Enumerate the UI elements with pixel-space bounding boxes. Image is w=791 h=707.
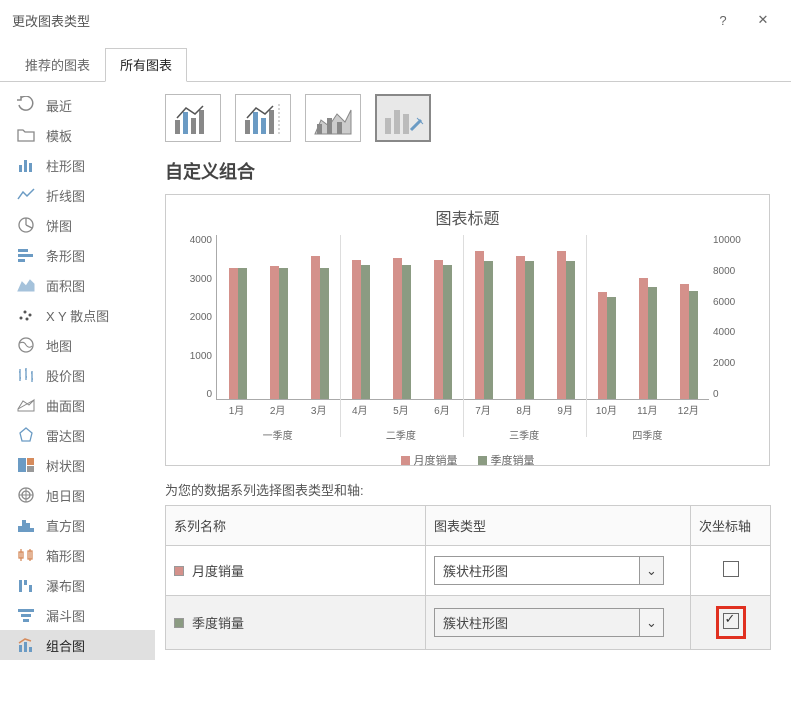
chevron-down-icon: ⌄ (639, 557, 663, 584)
sidebar-item-label: 树状图 (46, 456, 85, 475)
close-button[interactable]: ✕ (747, 8, 779, 32)
combo-subtype-row (165, 94, 771, 142)
sunburst-icon (16, 485, 36, 505)
combo-subtype-2[interactable] (235, 94, 291, 142)
folder-icon (16, 125, 36, 145)
sidebar-item-treemap[interactable]: 树状图 (0, 450, 155, 480)
chart-preview[interactable]: 图表标题 40003000200010000 10000800060004000… (165, 194, 770, 466)
sidebar-item-label: 股价图 (46, 366, 85, 385)
recent-icon (16, 95, 36, 115)
sidebar-item-recent[interactable]: 最近 (0, 90, 155, 120)
sidebar-item-label: 折线图 (46, 186, 85, 205)
sidebar-item-label: 瀑布图 (46, 576, 85, 595)
sidebar-item-label: 最近 (46, 96, 72, 115)
pie-chart-icon (16, 215, 36, 235)
sidebar-item-sunburst[interactable]: 旭日图 (0, 480, 155, 510)
sidebar-item-funnel[interactable]: 漏斗图 (0, 600, 155, 630)
boxplot-icon (16, 545, 36, 565)
sidebar-item-label: 饼图 (46, 216, 72, 235)
series-instruction: 为您的数据系列选择图表类型和轴: (165, 480, 771, 499)
tab-all-charts[interactable]: 所有图表 (105, 48, 187, 82)
sidebar-item-label: 旭日图 (46, 486, 85, 505)
col-chart-type: 图表类型 (426, 506, 691, 546)
legend-quarterly: 季度销量 (491, 452, 535, 468)
sidebar-item-radar[interactable]: 雷达图 (0, 420, 155, 450)
chevron-down-icon: ⌄ (639, 609, 663, 636)
sidebar-item-area[interactable]: 面积图 (0, 270, 155, 300)
bar-chart-icon (16, 245, 36, 265)
histogram-icon (16, 515, 36, 535)
sidebar-item-bar[interactable]: 条形图 (0, 240, 155, 270)
chart-type-select[interactable]: 簇状柱形图 ⌄ (434, 556, 664, 585)
sidebar-item-histogram[interactable]: 直方图 (0, 510, 155, 540)
tab-bar: 推荐的图表 所有图表 (0, 48, 791, 82)
sidebar-item-label: 漏斗图 (46, 606, 85, 625)
secondary-axis-checkbox[interactable] (723, 561, 739, 577)
chart-category-sidebar: 最近 模板 柱形图 折线图 饼图 条形图 面积图 X Y 散点图 (0, 82, 155, 707)
sidebar-item-label: 地图 (46, 336, 72, 355)
series-swatch (174, 618, 184, 628)
scatter-chart-icon (16, 305, 36, 325)
sidebar-item-line[interactable]: 折线图 (0, 180, 155, 210)
combo-subtype-1[interactable] (165, 94, 221, 142)
help-button[interactable]: ? (707, 8, 739, 32)
chart-plot-area (216, 235, 709, 400)
sidebar-item-label: 曲面图 (46, 396, 85, 415)
series-swatch (174, 566, 184, 576)
surface-chart-icon (16, 395, 36, 415)
col-series-name: 系列名称 (166, 506, 426, 546)
area-chart-icon (16, 275, 36, 295)
series-name: 季度销量 (192, 613, 244, 632)
waterfall-icon (16, 575, 36, 595)
window-title: 更改图表类型 (12, 11, 90, 30)
table-row: 季度销量 簇状柱形图 ⌄ (166, 596, 771, 650)
sidebar-item-label: X Y 散点图 (46, 306, 109, 325)
sidebar-item-scatter[interactable]: X Y 散点图 (0, 300, 155, 330)
highlight-annotation (716, 606, 746, 639)
funnel-icon (16, 605, 36, 625)
chart-legend: 月度销量 季度销量 (176, 452, 759, 468)
sidebar-item-label: 箱形图 (46, 546, 85, 565)
line-chart-icon (16, 185, 36, 205)
series-name: 月度销量 (192, 561, 244, 580)
tab-recommended[interactable]: 推荐的图表 (10, 48, 105, 81)
table-row: 月度销量 簇状柱形图 ⌄ (166, 546, 771, 596)
sidebar-item-label: 面积图 (46, 276, 85, 295)
y-axis-right: 1000080006000400020000 (709, 235, 759, 400)
chart-type-select[interactable]: 簇状柱形图 ⌄ (434, 608, 664, 637)
sidebar-item-boxplot[interactable]: 箱形图 (0, 540, 155, 570)
y-axis-left: 40003000200010000 (176, 235, 216, 400)
combo-subtype-custom[interactable] (375, 94, 431, 142)
stock-chart-icon (16, 365, 36, 385)
combo-chart-icon (16, 635, 36, 655)
sidebar-item-waterfall[interactable]: 瀑布图 (0, 570, 155, 600)
sidebar-item-templates[interactable]: 模板 (0, 120, 155, 150)
column-chart-icon (16, 155, 36, 175)
legend-monthly: 月度销量 (414, 452, 458, 468)
sidebar-item-map[interactable]: 地图 (0, 330, 155, 360)
radar-chart-icon (16, 425, 36, 445)
col-secondary-axis: 次坐标轴 (691, 506, 771, 546)
sidebar-item-combo[interactable]: 组合图 (0, 630, 155, 660)
sidebar-item-label: 条形图 (46, 246, 85, 265)
chart-preview-title: 图表标题 (176, 205, 759, 229)
sidebar-item-column[interactable]: 柱形图 (0, 150, 155, 180)
sidebar-item-label: 模板 (46, 126, 72, 145)
sidebar-item-label: 柱形图 (46, 156, 85, 175)
sidebar-item-stock[interactable]: 股价图 (0, 360, 155, 390)
treemap-icon (16, 455, 36, 475)
sidebar-item-label: 直方图 (46, 516, 85, 535)
series-table: 系列名称 图表类型 次坐标轴 月度销量 簇状柱形图 (165, 505, 771, 650)
combo-subtype-3[interactable] (305, 94, 361, 142)
sidebar-item-pie[interactable]: 饼图 (0, 210, 155, 240)
section-title: 自定义组合 (165, 158, 771, 184)
map-icon (16, 335, 36, 355)
secondary-axis-checkbox[interactable] (723, 613, 739, 629)
sidebar-item-surface[interactable]: 曲面图 (0, 390, 155, 420)
sidebar-item-label: 组合图 (46, 636, 85, 655)
sidebar-item-label: 雷达图 (46, 426, 85, 445)
